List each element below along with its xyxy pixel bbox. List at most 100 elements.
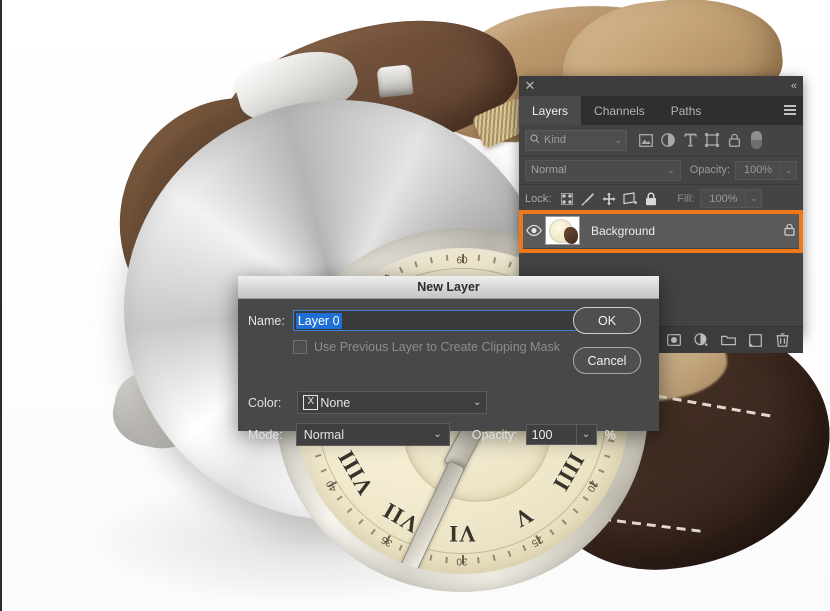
dialog-title: New Layer [238, 276, 659, 299]
dialog-opacity-label: Opacity: [471, 427, 518, 442]
dialog-clipping-row: Use Previous Layer to Create Clipping Ma… [293, 340, 560, 354]
tab-paths[interactable]: Paths [657, 96, 715, 125]
close-icon[interactable]: ✕ [523, 79, 537, 93]
layer-color-select[interactable]: X None ⌄ [297, 391, 488, 414]
dial-tick [347, 508, 353, 514]
dialog-opacity-input[interactable]: 100 [525, 424, 576, 445]
opacity-input[interactable]: 100% [735, 160, 781, 180]
dial-tick [445, 557, 448, 564]
new-layer-icon[interactable] [744, 329, 766, 351]
adjustment-filter-icon[interactable] [657, 130, 679, 150]
dial-tick [477, 254, 480, 261]
dial-numeral: VI [448, 521, 476, 546]
ok-button[interactable]: OK [573, 307, 641, 334]
blend-mode-row: Normal ⌄ Opacity: 100% ⌄ [519, 156, 803, 185]
dial-tick [399, 544, 403, 551]
layer-name-input[interactable]: Layer 0 [292, 310, 581, 331]
cancel-button[interactable]: Cancel [573, 347, 641, 374]
dial-tick [358, 519, 364, 525]
dialog-body: Name: Layer 0 Use Previous Layer to Crea… [238, 299, 659, 446]
dial-tick [561, 519, 568, 525]
dial-tick [598, 468, 605, 473]
chevron-down-icon: ⌄ [614, 134, 622, 145]
shape-filter-icon[interactable] [701, 130, 723, 150]
lock-label: Lock: [525, 192, 552, 205]
clipping-mask-label: Use Previous Layer to Create Clipping Ma… [314, 340, 560, 354]
chevron-down-icon: ⌄ [433, 429, 442, 440]
percent-symbol: % [604, 427, 616, 442]
table-row[interactable]: Background [519, 213, 803, 248]
dialog-name-row: Name: Layer 0 [248, 310, 581, 331]
watch-pusher-top [376, 64, 414, 98]
layer-mode-select[interactable]: Normal ⌄ [295, 423, 450, 446]
image-lock-icon[interactable] [577, 189, 598, 208]
dialog-opacity-chevron-down-icon[interactable]: ⌄ [575, 424, 597, 445]
fill-label: Fill: [677, 192, 695, 205]
dial-tick [445, 254, 448, 261]
layer-thumbnail[interactable] [545, 216, 580, 245]
layer-color-value: None [320, 395, 351, 410]
app-root: XIIIIIIIIIIIIVVIVIIVIIIIXXXI 51015202530… [0, 0, 830, 611]
chevron-down-icon: ⌄ [667, 164, 675, 175]
all-lock-icon[interactable] [640, 189, 661, 208]
tab-layers[interactable]: Layers [519, 96, 582, 125]
add-mask-icon[interactable] [663, 329, 685, 351]
smart-object-filter-icon[interactable] [723, 130, 745, 150]
panel-menu-icon[interactable] [784, 105, 796, 116]
layer-name-value: Layer 0 [295, 312, 342, 329]
dial-minute-number: 60 [456, 255, 468, 267]
dial-tick [572, 508, 579, 514]
layer-filter-row: Kind ⌄ [519, 125, 803, 156]
blend-mode-value: Normal [531, 164, 567, 176]
dial-tick [604, 454, 611, 458]
layer-visibility-icon[interactable] [523, 225, 545, 236]
layer-name-label[interactable]: Background [591, 224, 784, 238]
filter-enable-toggle[interactable] [751, 131, 762, 149]
position-lock-icon[interactable] [598, 189, 619, 208]
no-color-icon: X [303, 395, 319, 410]
name-label: Name: [248, 313, 285, 328]
filter-kind-select[interactable]: Kind ⌄ [525, 129, 627, 151]
dial-tick [549, 529, 555, 535]
thumbnail-watch-strap [564, 227, 578, 244]
opacity-label: Opacity: [689, 164, 731, 176]
chevron-down-icon: ⌄ [472, 397, 482, 408]
artboard-lock-icon[interactable] [619, 189, 640, 208]
delete-layer-icon[interactable] [771, 329, 793, 351]
dial-tick [371, 529, 376, 535]
blend-mode-select[interactable]: Normal ⌄ [525, 159, 681, 181]
dial-minute-number: 30 [456, 555, 468, 567]
filter-kind-label: Kind [544, 134, 567, 146]
dial-tick [320, 468, 327, 473]
type-filter-icon[interactable] [679, 130, 701, 150]
dial-tick [508, 550, 512, 557]
color-label: Color: [248, 395, 282, 410]
dial-tick [492, 257, 496, 264]
fill-chevron-down-icon[interactable]: ⌄ [745, 189, 763, 208]
tab-channels[interactable]: Channels [581, 96, 658, 125]
dial-tick [429, 554, 433, 561]
collapse-panel-icon[interactable]: « [791, 79, 797, 93]
layer-locked-icon[interactable] [784, 223, 795, 239]
new-adjustment-layer-icon[interactable] [690, 329, 712, 351]
opacity-chevron-down-icon[interactable]: ⌄ [780, 160, 797, 180]
image-filter-icon[interactable] [635, 130, 657, 150]
dial-tick [315, 454, 322, 458]
dialog-color-row: Color: X None ⌄ [248, 391, 488, 414]
dial-tick [429, 257, 433, 264]
fill-input[interactable]: 100% [700, 189, 746, 208]
panel-tab-bar: Layers Channels Paths [519, 96, 803, 125]
search-icon [530, 133, 540, 147]
panel-title-bar: ✕ « [519, 76, 803, 96]
new-layer-dialog[interactable]: New Layer Name: Layer 0 Use Previous Lay… [238, 276, 659, 446]
clipping-mask-checkbox[interactable] [293, 340, 307, 354]
dial-tick [582, 495, 589, 501]
dial-tick [414, 261, 418, 268]
dial-tick [399, 267, 403, 274]
new-group-icon[interactable] [717, 329, 739, 351]
dialog-mode-row: Mode: Normal ⌄ Opacity: 100 ⌄ % [248, 423, 616, 446]
dial-tick [508, 261, 512, 268]
mode-label: Mode: [248, 427, 283, 442]
transparency-lock-icon[interactable] [556, 189, 577, 208]
dial-tick [492, 554, 496, 561]
